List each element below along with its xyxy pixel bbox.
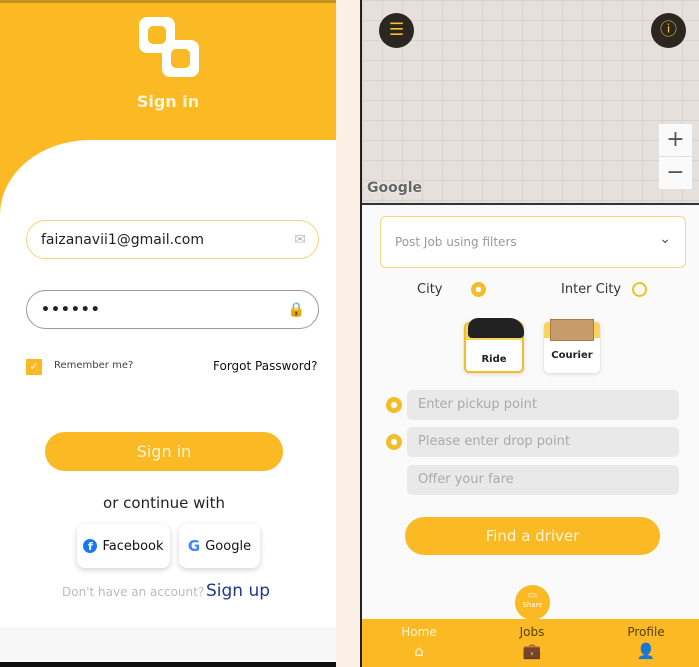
- or-continue-label: or continue with: [103, 494, 225, 512]
- nav-profile-label: Profile: [627, 625, 665, 639]
- google-icon: G: [187, 537, 201, 555]
- intercity-radio[interactable]: [632, 282, 647, 297]
- share-icon: ▭: [527, 590, 538, 601]
- google-attribution: Google: [367, 180, 423, 196]
- nav-home[interactable]: Home ⌂: [379, 625, 459, 660]
- bottom-nav: Home ⌂ Jobs 💼 Profile 👤: [362, 619, 699, 667]
- post-job-dropdown[interactable]: Post Job using filters ⌄: [380, 216, 686, 268]
- email-value: faizanavii1@gmail.com: [41, 231, 204, 248]
- drop-input[interactable]: Please enter drop point: [407, 427, 679, 457]
- password-field[interactable]: •••••• 🔒: [26, 290, 319, 329]
- share-button[interactable]: ▭ Share: [515, 585, 550, 620]
- bottom-bar: [0, 662, 336, 667]
- password-value: ••••••: [41, 301, 101, 318]
- mail-icon: ✉: [294, 232, 306, 248]
- courier-option[interactable]: Courier: [544, 319, 600, 373]
- no-account-label: Don't have an account?: [62, 585, 205, 599]
- home-screen: ☰ ⓘ + − Google Post Job using filters ⌄ C…: [360, 0, 699, 667]
- google-button[interactable]: G Google: [179, 524, 260, 568]
- lock-icon: 🔒: [287, 302, 306, 318]
- email-field[interactable]: faizanavii1@gmail.com ✉: [26, 220, 319, 259]
- info-icon: ⓘ: [660, 20, 677, 40]
- nav-jobs-label: Jobs: [519, 625, 545, 639]
- car-icon: [468, 318, 524, 338]
- intercity-label: Inter City: [561, 282, 622, 297]
- signup-link[interactable]: Sign up: [206, 581, 270, 601]
- fare-input[interactable]: Offer your fare: [407, 465, 679, 495]
- forgot-password-link[interactable]: Forgot Password?: [213, 359, 317, 373]
- find-driver-button[interactable]: Find a driver: [405, 517, 660, 555]
- menu-icon: ☰: [388, 20, 405, 40]
- google-label: Google: [205, 538, 252, 554]
- app-logo-icon: [139, 17, 199, 77]
- city-radio[interactable]: [471, 282, 486, 297]
- briefcase-icon: 💼: [522, 642, 542, 660]
- nav-profile[interactable]: Profile 👤: [606, 625, 686, 660]
- package-icon: [550, 319, 594, 341]
- drop-marker-icon: [386, 434, 402, 450]
- share-label: Share: [522, 601, 543, 609]
- pickup-input[interactable]: Enter pickup point: [407, 390, 679, 420]
- remember-label: Remember me?: [54, 360, 134, 371]
- city-label: City: [417, 282, 443, 297]
- pickup-marker-icon: [386, 397, 402, 413]
- user-icon: 👤: [636, 642, 656, 660]
- facebook-label: Facebook: [102, 538, 164, 554]
- home-icon: ⌂: [414, 642, 424, 660]
- ride-option[interactable]: Ride: [464, 318, 524, 373]
- remember-checkbox[interactable]: ✓: [26, 359, 42, 375]
- zoom-out-button[interactable]: −: [659, 157, 692, 189]
- menu-button[interactable]: ☰: [379, 13, 414, 48]
- nav-jobs[interactable]: Jobs 💼: [492, 625, 572, 660]
- chevron-down-icon: ⌄: [659, 231, 671, 247]
- post-job-placeholder: Post Job using filters: [395, 235, 517, 249]
- status-strip: [0, 0, 336, 3]
- signin-screen: Sign in faizanavii1@gmail.com ✉ •••••• 🔒 ✓…: [0, 0, 336, 667]
- signin-button[interactable]: Sign in: [45, 432, 283, 471]
- facebook-icon: f: [83, 539, 98, 553]
- courier-label: Courier: [551, 350, 593, 361]
- map[interactable]: ☰ ⓘ + − Google: [362, 0, 699, 205]
- page-title: Sign in: [136, 92, 200, 111]
- info-button[interactable]: ⓘ: [651, 13, 686, 48]
- bottom-band: [0, 627, 336, 660]
- zoom-in-button[interactable]: +: [659, 124, 692, 156]
- nav-home-label: Home: [401, 625, 437, 639]
- ride-label: Ride: [481, 354, 507, 365]
- facebook-button[interactable]: f Facebook: [77, 524, 170, 568]
